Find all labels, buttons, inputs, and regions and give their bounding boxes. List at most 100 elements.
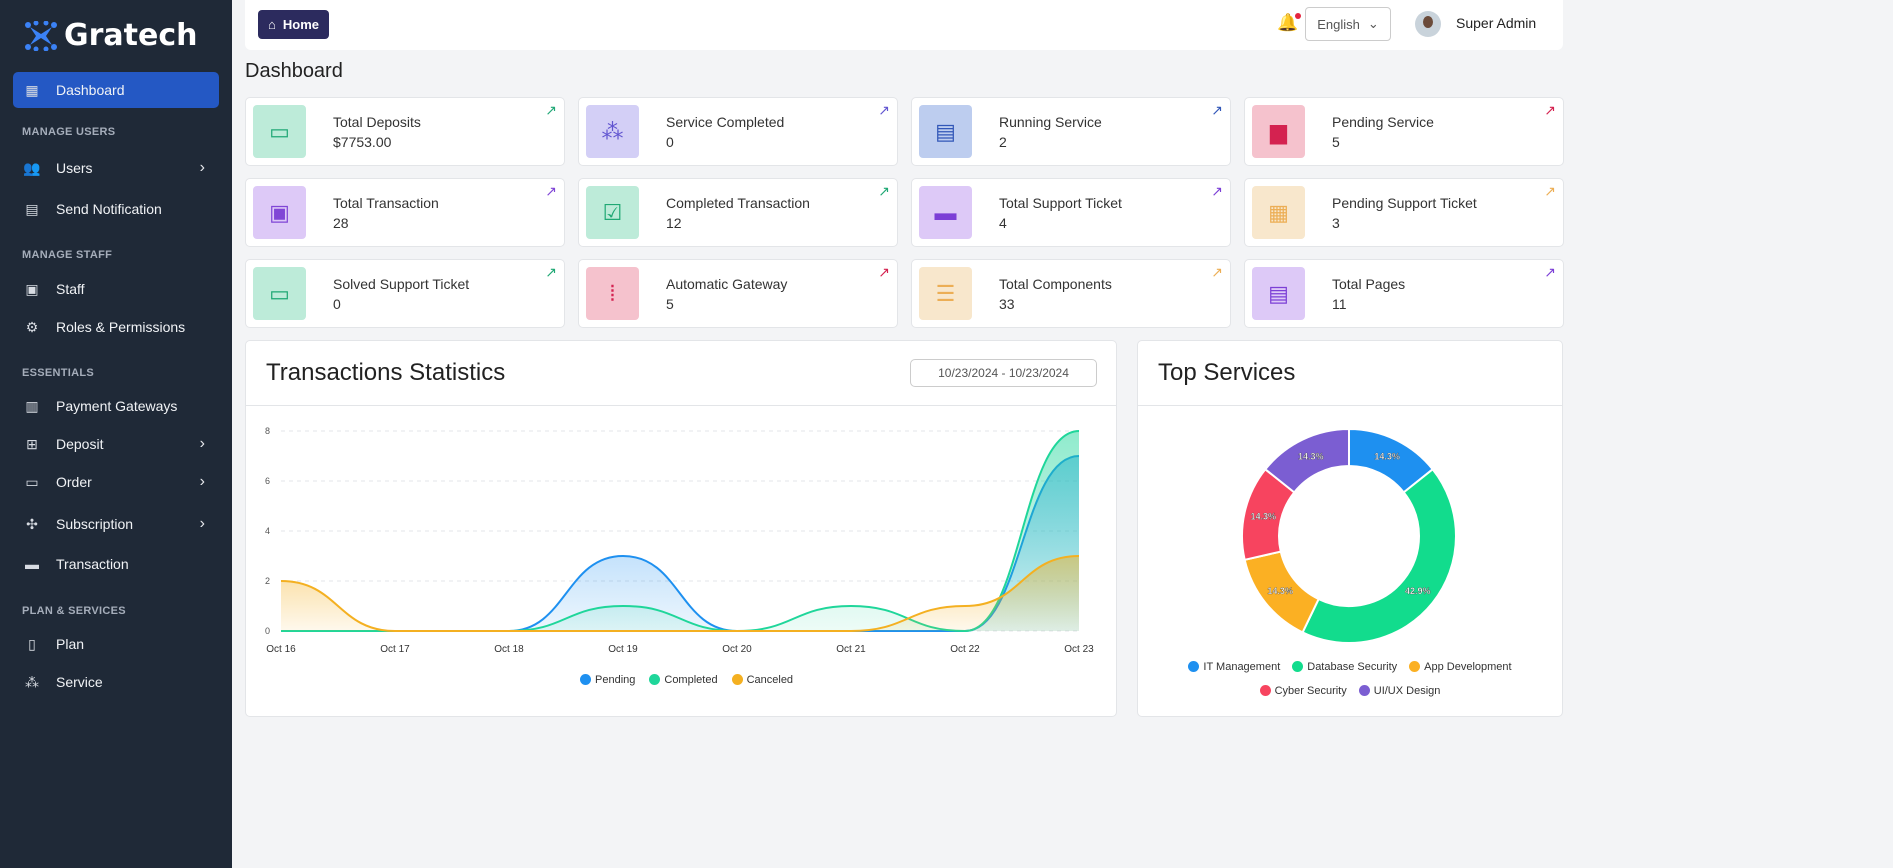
legend-item[interactable]: App Development [1409,661,1512,673]
card-value: 11 [1332,296,1347,312]
legend-item[interactable]: Database Security [1292,661,1397,673]
external-link-icon[interactable]: ↗ [1544,183,1556,200]
stat-card-total-support-ticket[interactable]: ▬ Total Support Ticket 4 ↗ [911,178,1231,247]
card-icon: ⁂ [586,105,639,158]
sidebar-item-users[interactable]: 👥 Users › [13,150,219,186]
external-link-icon[interactable]: ↗ [545,183,557,200]
sidebar-item-transaction[interactable]: ▬ Transaction [13,546,219,582]
legend-item[interactable]: Completed [649,674,718,686]
external-link-icon[interactable]: ↗ [1211,102,1223,119]
card-icon: ⦙ [586,267,639,320]
legend-item[interactable]: Pending [580,674,635,686]
legend-label: Pending [595,674,636,686]
stat-card-pending-service[interactable]: ▆ Pending Service 5 ↗ [1244,97,1564,166]
sidebar-item-send-notification[interactable]: ▤ Send Notification [13,191,219,227]
legend-marker [1409,661,1421,672]
card-title: Total Support Ticket [999,195,1122,211]
card-icon: ▦ [1252,186,1305,239]
stat-card-total-deposits[interactable]: ▭ Total Deposits $7753.00 ↗ [245,97,565,166]
divider [1138,405,1562,406]
avatar[interactable] [1415,11,1441,37]
external-link-icon[interactable]: ↗ [878,264,890,281]
top-services-title: Top Services [1158,359,1296,386]
card-icon: ▭ [253,105,306,158]
sidebar-item-label: Users [56,160,93,176]
card-title: Total Deposits [333,114,421,130]
subscription-icon: ✣ [26,515,38,532]
notification-bell-icon[interactable]: 🔔 [1277,13,1302,33]
stat-card-automatic-gateway[interactable]: ⦙ Automatic Gateway 5 ↗ [578,259,898,328]
stat-card-total-pages[interactable]: ▤ Total Pages 11 ↗ [1244,259,1564,328]
sidebar-item-dashboard[interactable]: ▦ Dashboard [13,72,219,108]
external-link-icon[interactable]: ↗ [1544,102,1556,119]
legend-label: Canceled [746,674,794,686]
external-link-icon[interactable]: ↗ [545,102,557,119]
sidebar-item-staff[interactable]: ▣ Staff [13,271,219,307]
card-value: 5 [1332,134,1340,150]
sidebar-item-subscription[interactable]: ✣ Subscription › [13,506,219,542]
chevron-right-icon: › [199,159,205,176]
stat-card-completed-transaction[interactable]: ☑ Completed Transaction 12 ↗ [578,178,898,247]
stat-card-total-transaction[interactable]: ▣ Total Transaction 28 ↗ [245,178,565,247]
sidebar-item-plan[interactable]: ▯ Plan [13,626,219,662]
card-title: Service Completed [666,114,785,130]
card-value: 3 [1332,215,1340,231]
legend-item[interactable]: IT Management [1188,661,1280,673]
legend-label: App Development [1424,661,1512,673]
staff-icon: ▣ [25,280,39,297]
card-icon: ▆ [1252,105,1305,158]
notification-dot [1295,13,1302,19]
legend-label: UI/UX Design [1373,685,1441,697]
legend-label: Completed [664,674,718,686]
external-link-icon[interactable]: ↗ [878,183,890,200]
card-icon: ☰ [919,267,972,320]
legend-item[interactable]: Cyber Security [1259,685,1347,697]
card-icon: ▤ [1252,267,1305,320]
legend-marker [1358,685,1370,696]
external-link-icon[interactable]: ↗ [878,102,890,119]
legend-marker [1188,661,1200,672]
external-link-icon[interactable]: ↗ [1544,264,1556,281]
card-value: 12 [666,215,682,231]
card-value: 2 [999,134,1007,150]
page-title: Dashboard [245,60,343,82]
user-name[interactable]: Super Admin [1456,15,1536,31]
card-icon: ▤ [919,105,972,158]
logo[interactable]: Gratech [24,18,198,53]
sidebar-item-service[interactable]: ⁂ Service [13,664,219,700]
sidebar-item-label: Deposit [56,436,104,452]
stat-card-service-completed[interactable]: ⁂ Service Completed 0 ↗ [578,97,898,166]
home-button[interactable]: ⌂ Home [258,10,329,39]
legend-label: Cyber Security [1274,685,1347,697]
card-value: $7753.00 [333,134,392,150]
plan-icon: ▯ [28,635,36,652]
sidebar-item-roles-permissions[interactable]: ⚙ Roles & Permissions [13,309,219,345]
external-link-icon[interactable]: ↗ [1211,264,1223,281]
sidebar-item-order[interactable]: ▭ Order › [13,464,219,500]
stat-card-pending-support-ticket[interactable]: ▦ Pending Support Ticket 3 ↗ [1244,178,1564,247]
date-range-input[interactable]: 10/23/2024 - 10/23/2024 [910,359,1097,387]
chevron-right-icon: › [199,515,205,532]
home-icon: ⌂ [268,17,276,32]
external-link-icon[interactable]: ↗ [1211,183,1223,200]
roles-icon: ⚙ [25,318,39,335]
card-value: 33 [999,296,1015,312]
card-value: 28 [333,215,349,231]
card-value: 4 [999,215,1007,231]
stat-card-running-service[interactable]: ▤ Running Service 2 ↗ [911,97,1231,166]
sidebar-item-label: Subscription [56,516,134,532]
language-select[interactable]: English ⌄ [1305,7,1391,41]
sidebar-item-payment-gateways[interactable]: ▥ Payment Gateways [13,388,219,424]
transactions-title: Transactions Statistics [266,359,506,386]
stat-card-solved-support-ticket[interactable]: ▭ Solved Support Ticket 0 ↗ [245,259,565,328]
legend-item[interactable]: UI/UX Design [1358,685,1441,697]
legend-marker [649,674,661,685]
transaction-icon: ▬ [25,556,39,572]
external-link-icon[interactable]: ↗ [545,264,557,281]
sidebar-item-deposit[interactable]: ⊞ Deposit › [13,426,219,462]
payment-gateway-icon: ▥ [25,397,39,414]
stat-card-total-components[interactable]: ☰ Total Components 33 ↗ [911,259,1231,328]
card-title: Solved Support Ticket [333,276,470,292]
order-icon: ▭ [25,473,39,490]
legend-item[interactable]: Canceled [731,674,794,686]
